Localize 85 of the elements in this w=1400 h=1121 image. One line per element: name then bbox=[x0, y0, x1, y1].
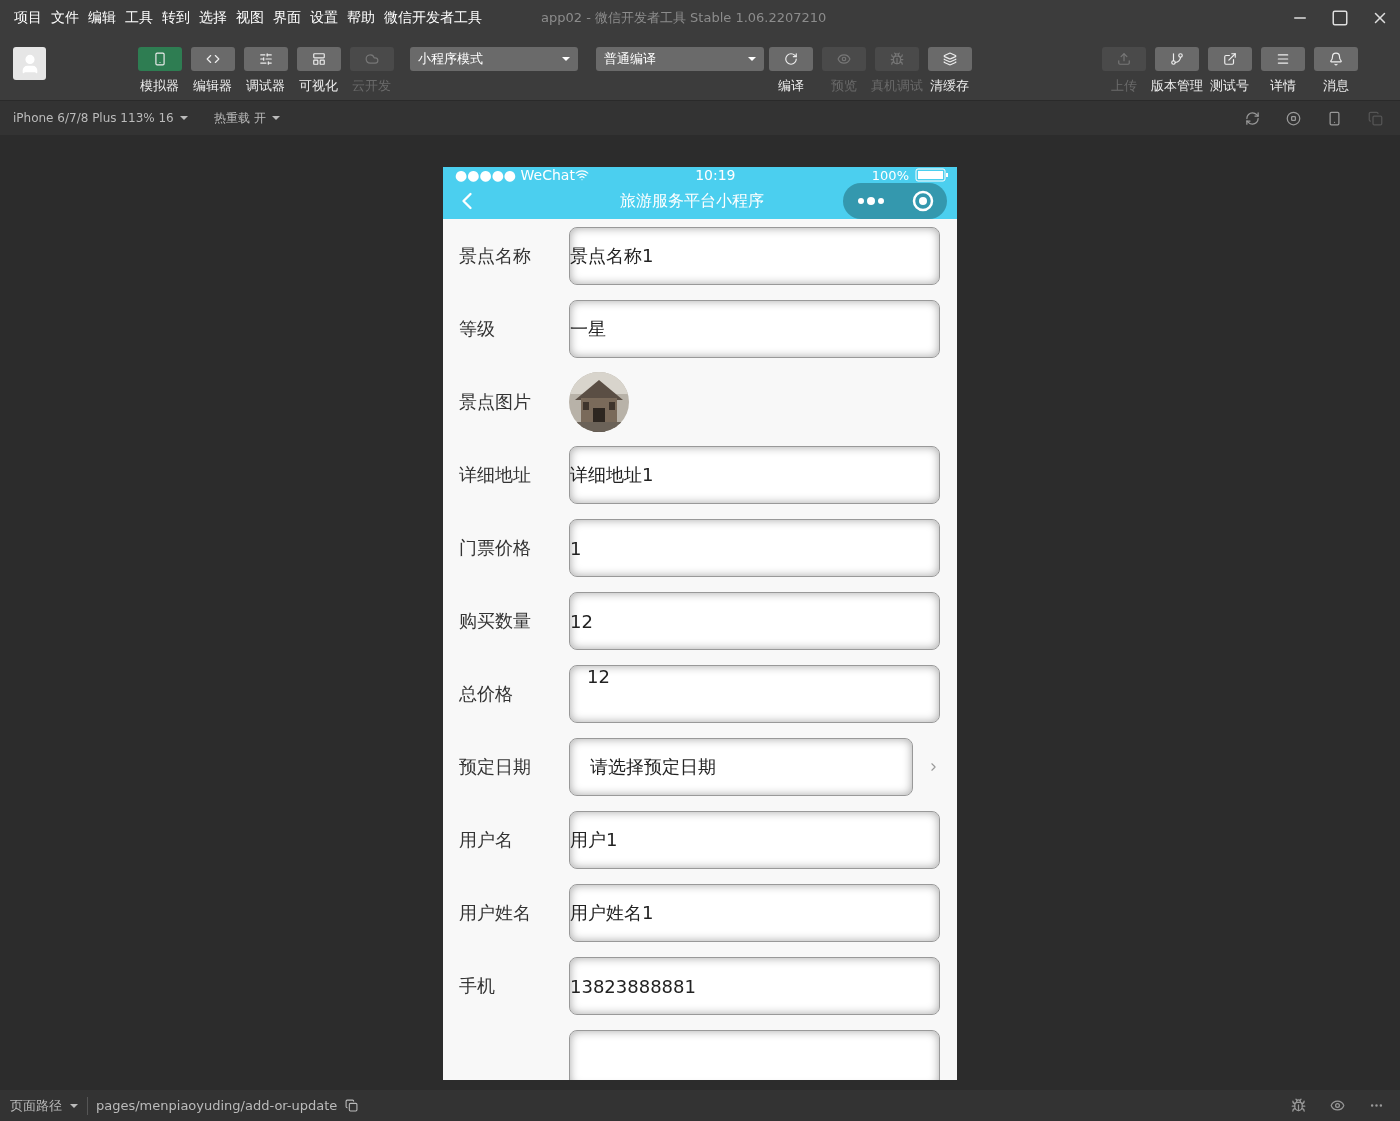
upload-icon bbox=[1116, 52, 1131, 66]
menu-icon bbox=[1275, 52, 1290, 66]
sliders-icon bbox=[258, 52, 273, 66]
branch-icon bbox=[1169, 52, 1184, 66]
menu-item[interactable]: 帮助 bbox=[347, 8, 375, 27]
menu-item[interactable]: 项目 bbox=[14, 8, 42, 27]
code-icon bbox=[205, 52, 220, 66]
page-path: pages/menpiaoyuding/add-or-update bbox=[96, 1098, 338, 1113]
menu-item[interactable]: 视图 bbox=[236, 8, 264, 27]
phone-icon bbox=[152, 52, 167, 66]
menu-item[interactable]: 界面 bbox=[273, 8, 301, 27]
toolbar-button[interactable]: 消息 bbox=[1309, 47, 1362, 95]
toolbar-button[interactable]: 调试器 bbox=[239, 47, 292, 95]
carrier-text: ●●●●● WeChat bbox=[455, 167, 575, 183]
input-field[interactable]: 12 bbox=[569, 592, 940, 650]
field-label: 总价格 bbox=[459, 682, 514, 706]
bug-icon[interactable] bbox=[1291, 1098, 1306, 1113]
input-field[interactable]: 用户姓名1 bbox=[569, 884, 940, 942]
input-field[interactable]: 12 bbox=[569, 665, 940, 723]
refresh-icon[interactable] bbox=[1245, 110, 1260, 126]
input-field[interactable]: 详细地址1 bbox=[569, 446, 940, 504]
caret-icon bbox=[748, 57, 756, 61]
caret-icon bbox=[271, 116, 280, 120]
battery-icon bbox=[915, 168, 949, 182]
compile-select[interactable]: 普通编译 bbox=[596, 47, 764, 71]
bell-icon bbox=[1328, 52, 1343, 66]
stop-icon[interactable] bbox=[1286, 110, 1301, 126]
toolbar-button[interactable]: 清缓存 bbox=[923, 47, 976, 95]
toolbar-button[interactable]: 编译 bbox=[764, 47, 817, 95]
field-label: 购买数量 bbox=[459, 609, 532, 633]
input-field[interactable]: 一星 bbox=[569, 300, 940, 358]
hot-reload-toggle[interactable]: 热重载 开 bbox=[213, 109, 280, 127]
field-label: 用户姓名 bbox=[459, 901, 532, 925]
layers-icon bbox=[942, 52, 957, 66]
menu-item[interactable]: 选择 bbox=[199, 8, 227, 27]
caret-icon bbox=[179, 116, 188, 120]
bug-icon bbox=[889, 52, 904, 66]
window-title: app02 - 微信开发者工具 Stable 1.06.2207210 bbox=[541, 8, 828, 27]
toolbar-button[interactable]: 详情 bbox=[1256, 47, 1309, 95]
menu-item[interactable]: 编辑 bbox=[88, 8, 116, 27]
wifi-icon bbox=[574, 168, 589, 182]
eye-icon[interactable] bbox=[1330, 1098, 1345, 1113]
target-icon bbox=[911, 190, 934, 212]
input-field[interactable]: 景点名称1 bbox=[569, 227, 940, 285]
menu-item[interactable]: 设置 bbox=[310, 8, 338, 27]
path-label[interactable]: 页面路径 bbox=[10, 1096, 88, 1115]
eye-icon bbox=[836, 52, 851, 66]
menu-item[interactable]: 转到 bbox=[162, 8, 190, 27]
capsule-button[interactable] bbox=[843, 183, 947, 219]
menu-item[interactable]: 微信开发者工具 bbox=[384, 8, 482, 27]
more-icon bbox=[856, 197, 885, 205]
caret-icon bbox=[70, 1103, 78, 1108]
toolbar-button[interactable]: 可视化 bbox=[292, 47, 345, 95]
menu-item[interactable]: 工具 bbox=[125, 8, 153, 27]
field-label: 详细地址 bbox=[459, 463, 532, 487]
input-field[interactable]: 1 bbox=[569, 519, 940, 577]
external-link-icon bbox=[1222, 52, 1237, 66]
field-label: 用户名 bbox=[459, 828, 514, 852]
field-label: 手机 bbox=[459, 974, 496, 998]
phone-icon[interactable] bbox=[1327, 110, 1342, 126]
refresh-icon bbox=[783, 52, 798, 66]
maximize-icon[interactable] bbox=[1331, 8, 1349, 27]
toolbar-button[interactable]: 版本管理 bbox=[1150, 47, 1203, 95]
field-label: 预定日期 bbox=[459, 755, 532, 779]
caret-icon bbox=[562, 57, 570, 61]
toolbar-button[interactable]: 编辑器 bbox=[186, 47, 239, 95]
page-title: 旅游服务平台小程序 bbox=[619, 190, 765, 212]
toolbar-button[interactable]: 模拟器 bbox=[133, 47, 186, 95]
toolbar-button[interactable]: 测试号 bbox=[1203, 47, 1256, 95]
clock-text: 10:19 bbox=[694, 167, 737, 183]
copy-icon[interactable] bbox=[345, 1099, 359, 1112]
battery-text: 100% bbox=[871, 167, 909, 183]
input-field[interactable]: 13823888881 bbox=[569, 957, 940, 1015]
mode-select[interactable]: 小程序模式 bbox=[410, 47, 578, 71]
input-field[interactable] bbox=[569, 1030, 940, 1080]
layout-icon bbox=[311, 52, 326, 66]
field-label: 景点图片 bbox=[459, 390, 532, 414]
field-label: 景点名称 bbox=[459, 244, 532, 268]
cloud-icon bbox=[364, 52, 379, 66]
date-picker[interactable]: 请选择预定日期 bbox=[569, 738, 913, 796]
field-label: 等级 bbox=[459, 317, 496, 341]
field-label: 门票价格 bbox=[459, 536, 532, 560]
device-select[interactable]: iPhone 6/7/8 Plus 113% 16 bbox=[13, 111, 188, 125]
input-field[interactable]: 用户1 bbox=[569, 811, 940, 869]
menu-item[interactable]: 文件 bbox=[51, 8, 79, 27]
